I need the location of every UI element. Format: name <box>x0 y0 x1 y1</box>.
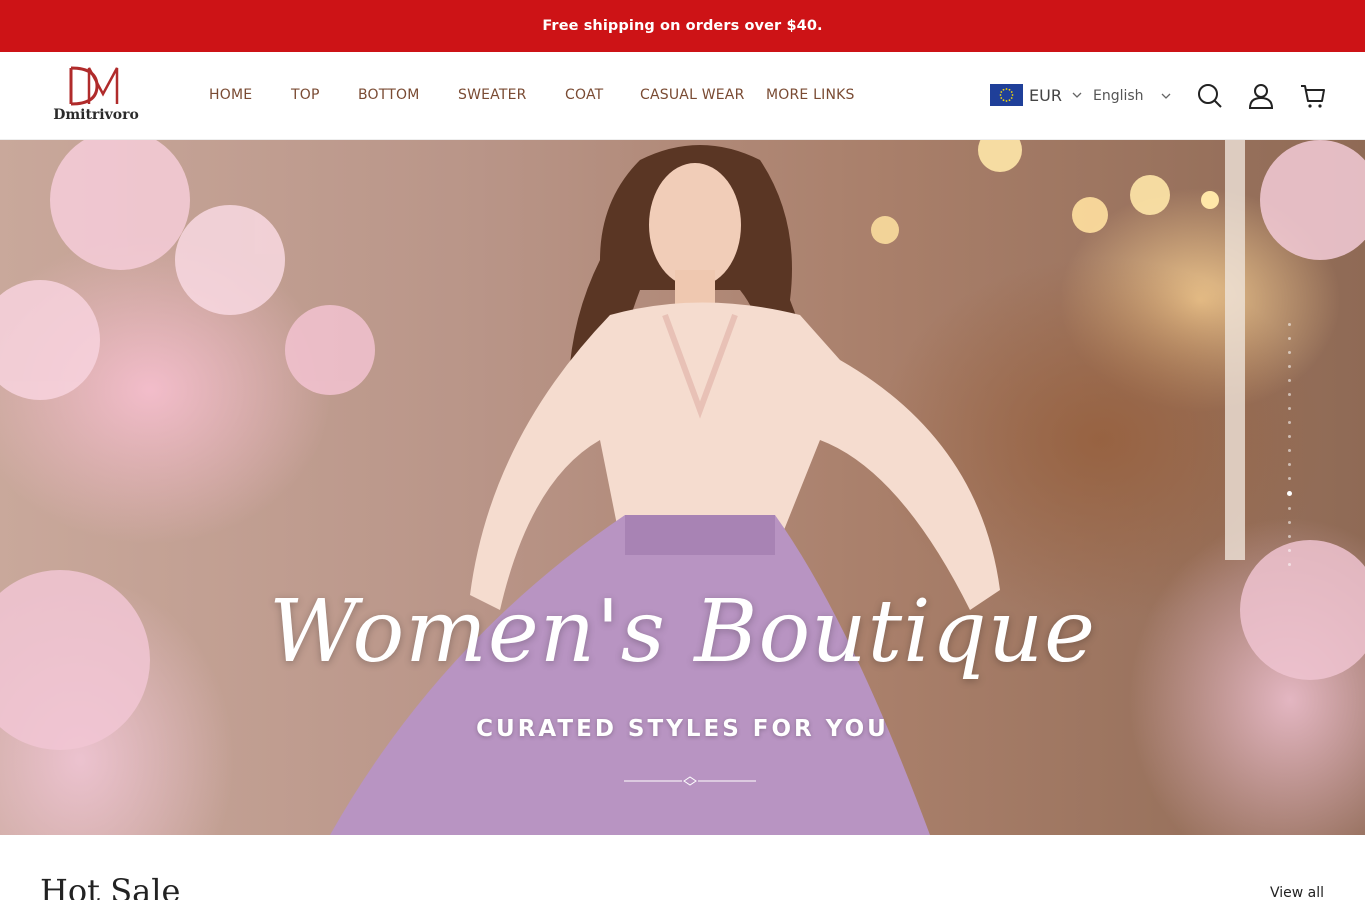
brand-monogram-icon <box>69 66 119 106</box>
search-icon[interactable] <box>1196 82 1226 112</box>
slide-dot[interactable] <box>1288 521 1291 524</box>
hot-sale-title: Hot Sale <box>40 872 181 900</box>
slide-dot[interactable] <box>1288 351 1291 354</box>
slide-dot[interactable] <box>1288 379 1291 382</box>
slide-dot[interactable] <box>1288 393 1291 396</box>
slide-dot[interactable] <box>1288 549 1291 552</box>
slide-dot-active[interactable] <box>1287 491 1292 496</box>
slide-dot[interactable] <box>1288 435 1291 438</box>
nav-item-bottom[interactable]: BOTTOM <box>358 87 420 103</box>
announcement-bar: Free shipping on orders over $40. <box>0 0 1365 52</box>
nav-item-top[interactable]: TOP <box>291 87 320 103</box>
nav-item-more-links[interactable]: MORE LINKS <box>766 87 855 103</box>
eu-flag-icon <box>990 84 1023 106</box>
slide-dot[interactable] <box>1288 421 1291 424</box>
ornament-divider-icon <box>624 776 756 786</box>
hero-banner[interactable]: Women's Boutique CURATED STYLES FOR YOU <box>0 140 1365 835</box>
slide-indicator <box>1287 323 1293 577</box>
nav-item-casual-wear[interactable]: CASUAL WEAR <box>640 87 745 103</box>
slide-dot[interactable] <box>1288 365 1291 368</box>
nav-item-sweater[interactable]: SWEATER <box>458 87 527 103</box>
language-selector[interactable]: English <box>1093 87 1171 105</box>
slide-dot[interactable] <box>1288 407 1291 410</box>
cart-icon[interactable] <box>1299 82 1329 112</box>
slide-dot[interactable] <box>1288 337 1291 340</box>
site-header: Dmitrivoro HOME TOP BOTTOM SWEATER COAT … <box>0 52 1365 140</box>
slide-dot[interactable] <box>1288 507 1291 510</box>
slide-dot[interactable] <box>1288 535 1291 538</box>
nav-item-home[interactable]: HOME <box>209 87 252 103</box>
chevron-down-icon <box>1072 86 1082 104</box>
language-label: English <box>1093 88 1144 104</box>
slide-dot[interactable] <box>1288 323 1291 326</box>
brand-name: Dmitrivoro <box>53 107 139 123</box>
hero-title: Women's Boutique <box>268 582 1097 682</box>
brand-logo[interactable]: Dmitrivoro <box>53 66 139 126</box>
slide-dot[interactable] <box>1288 463 1291 466</box>
chevron-down-icon <box>1161 87 1171 105</box>
slide-dot[interactable] <box>1288 477 1291 480</box>
slide-dot[interactable] <box>1288 449 1291 452</box>
account-icon[interactable] <box>1247 82 1277 112</box>
currency-selector[interactable]: EUR <box>990 83 1082 107</box>
nav-item-coat[interactable]: COAT <box>565 87 603 103</box>
slide-dot[interactable] <box>1288 563 1291 566</box>
hero-subtitle: CURATED STYLES FOR YOU <box>476 716 889 742</box>
announcement-text: Free shipping on orders over $40. <box>542 18 823 34</box>
currency-label: EUR <box>1029 85 1062 105</box>
view-all-link[interactable]: View all <box>1270 885 1324 900</box>
